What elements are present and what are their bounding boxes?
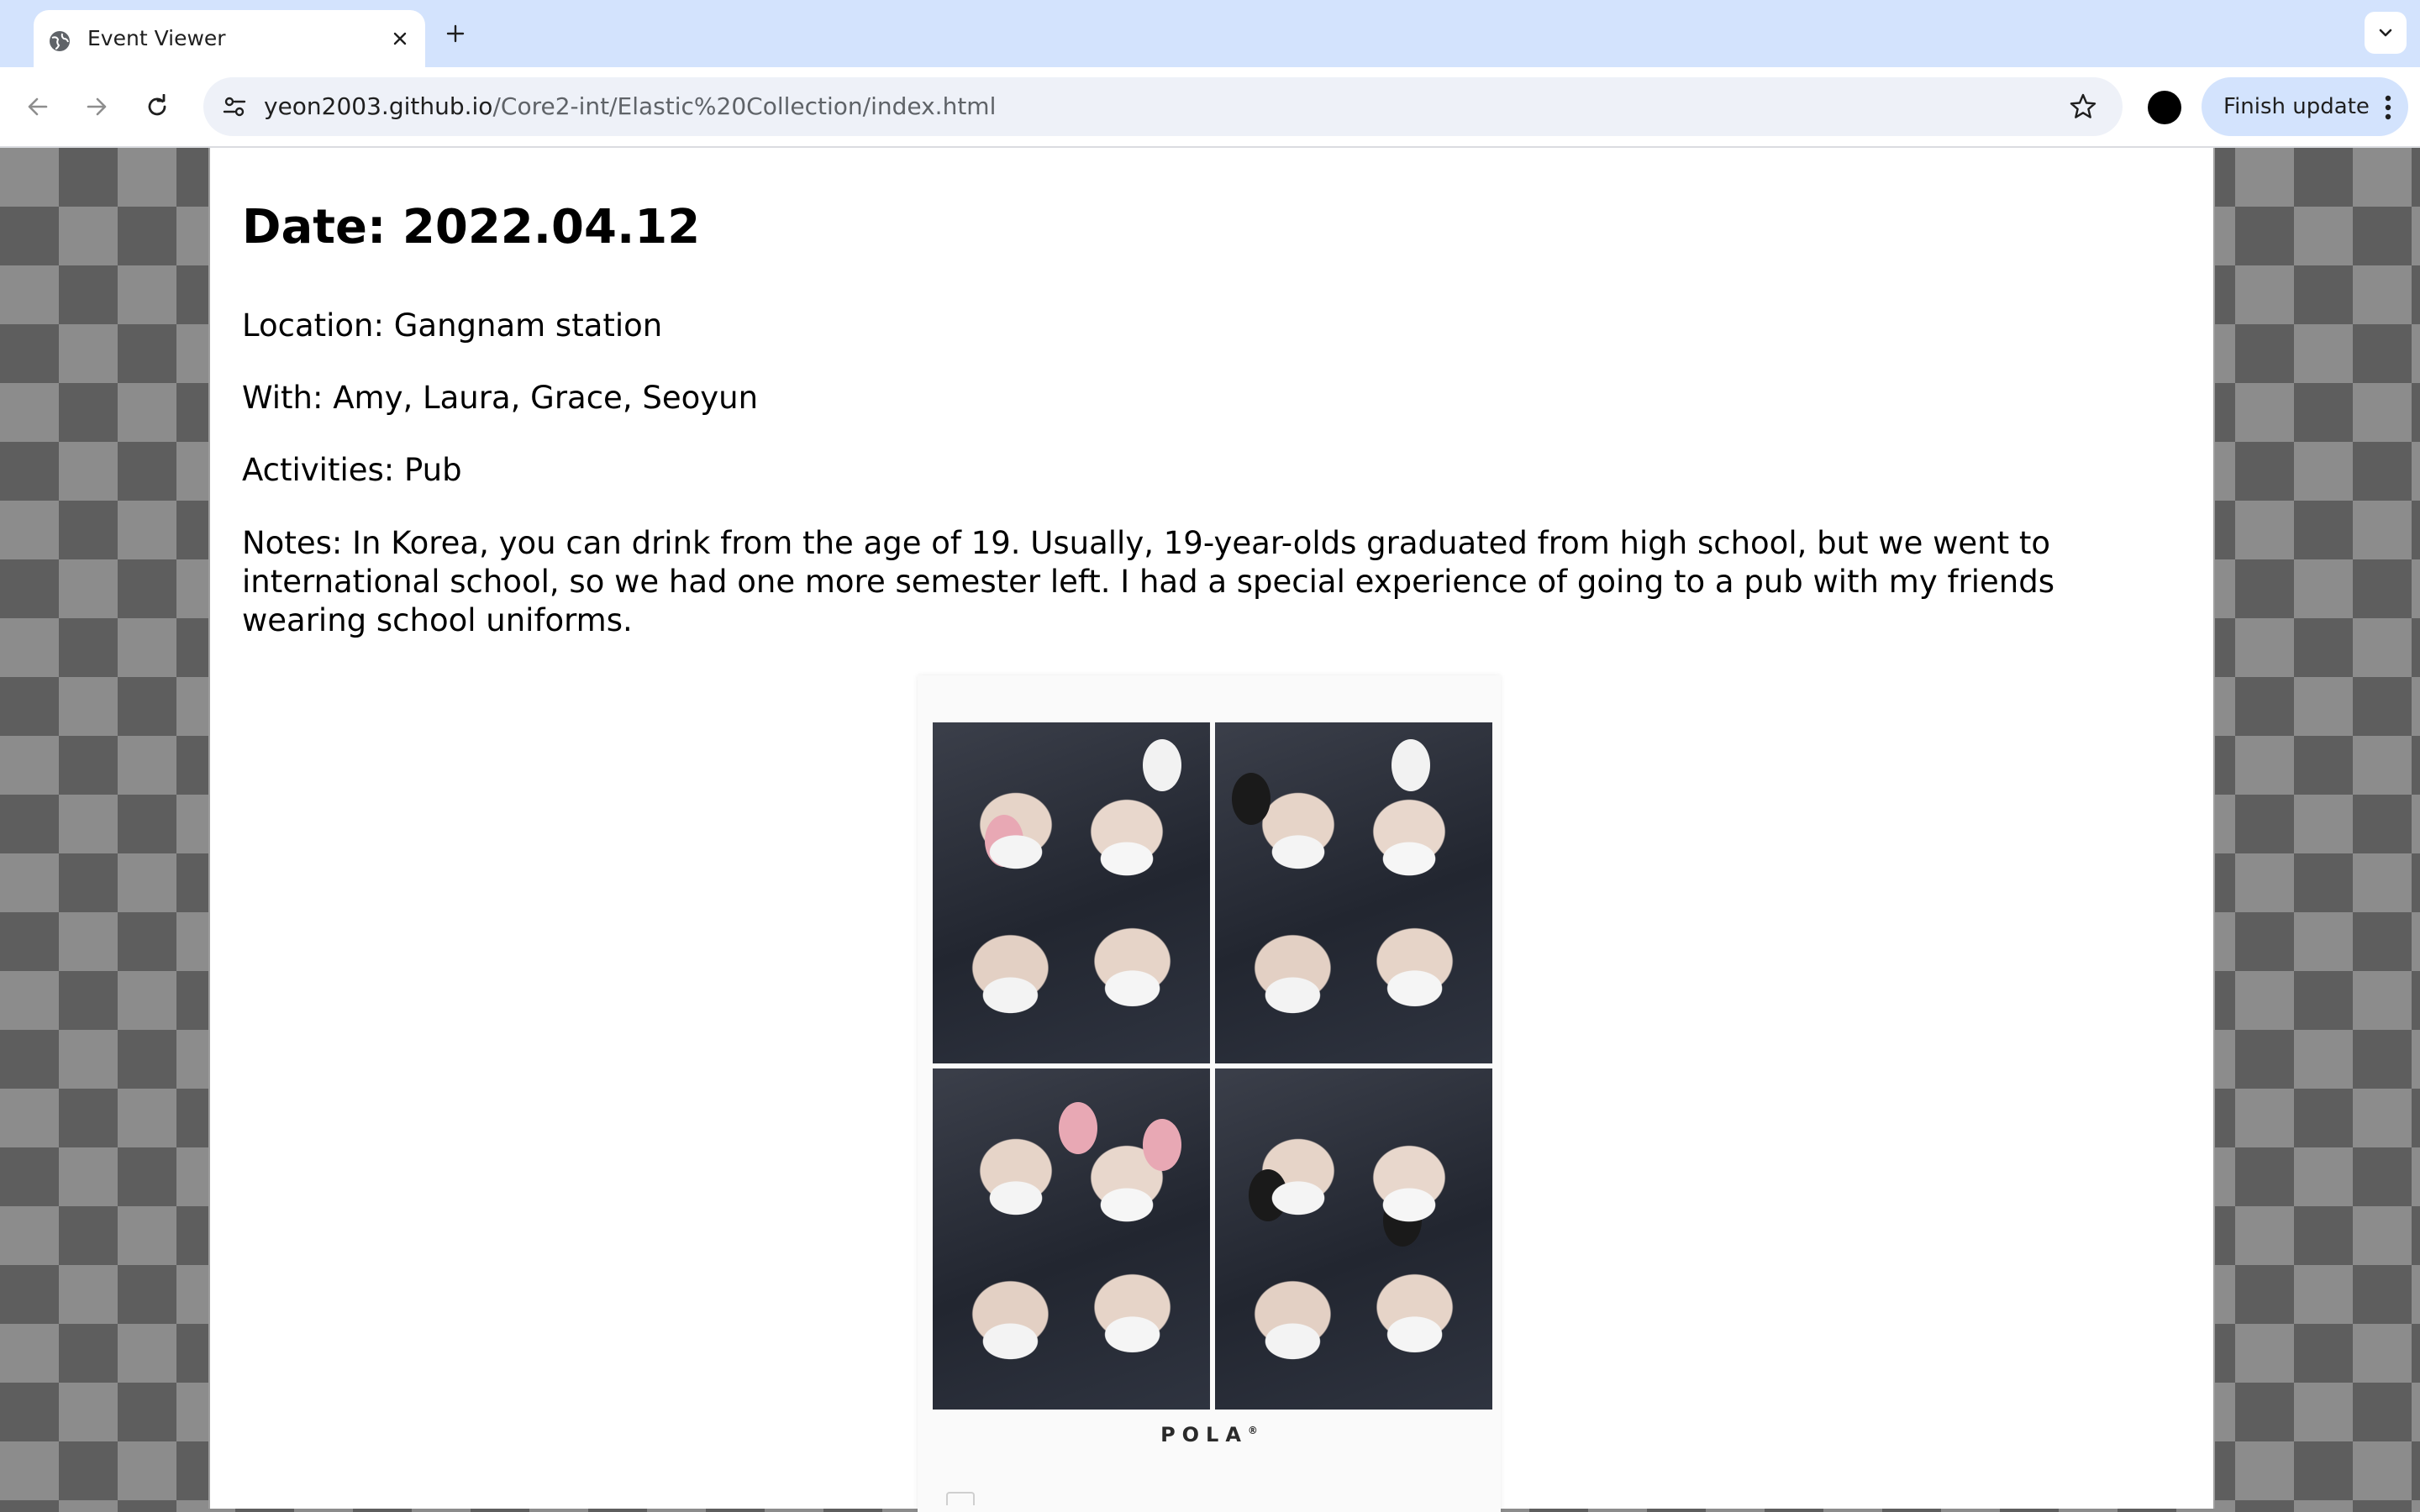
event-location: Location: Gangnam station [242,307,663,344]
photo-frame [1215,1068,1492,1410]
photo-frame [933,722,1210,1063]
event-companions: With: Amy, Laura, Grace, Seoyun [242,380,759,416]
url-host: yeon2003.github.io [264,92,493,120]
strip-corner-mark [946,1492,975,1505]
back-button[interactable] [17,86,59,128]
finish-update-label: Finish update [2223,94,2370,119]
event-activities: Activities: Pub [242,452,462,488]
event-date-heading: Date: 2022.04.12 [242,200,701,255]
event-card: Date: 2022.04.12 Location: Gangnam stati… [208,148,2215,1512]
finish-update-button[interactable]: Finish update [2202,77,2408,136]
photo-frame [933,1068,1210,1410]
page-viewport: Date: 2022.04.12 Location: Gangnam stati… [0,148,2420,1512]
tab-strip: Event Viewer [0,0,2420,67]
tab-title: Event Viewer [87,26,226,50]
close-icon[interactable] [385,24,415,54]
browser-toolbar: yeon2003.github.io/Core2-int/Elastic%20C… [0,67,2420,148]
event-notes: Notes: In Korea, you can drink from the … [242,525,2054,638]
reload-icon [148,94,166,116]
photo-strip-image: POLA® [918,675,1501,1512]
bookmark-star-icon[interactable] [2064,87,2102,126]
tab-event-viewer[interactable]: Event Viewer [34,10,425,67]
plus-icon [446,24,465,43]
tab-search-button[interactable] [2365,12,2407,54]
photo-frame [1215,722,1492,1063]
pola-brand-mark: POLA® [918,1423,1501,1446]
globe-icon [49,30,71,52]
pola-registered-mark: ® [1247,1425,1258,1436]
forward-button[interactable] [76,86,118,128]
more-vert-icon[interactable] [2380,91,2396,124]
pola-brand-text: POLA [1160,1423,1248,1446]
address-bar[interactable]: yeon2003.github.io/Core2-int/Elastic%20C… [203,77,2123,136]
reload-button[interactable] [136,86,178,128]
url-path: /Core2-int/Elastic%20Collection/index.ht… [492,92,997,120]
chevron-down-icon [2379,29,2392,37]
new-tab-button[interactable] [437,15,474,52]
url-text[interactable]: yeon2003.github.io/Core2-int/Elastic%20C… [264,77,996,136]
arrow-left-icon [28,97,48,116]
arrow-right-icon [87,97,107,116]
site-settings-icon[interactable] [217,89,252,124]
profile-avatar[interactable] [2148,91,2181,124]
